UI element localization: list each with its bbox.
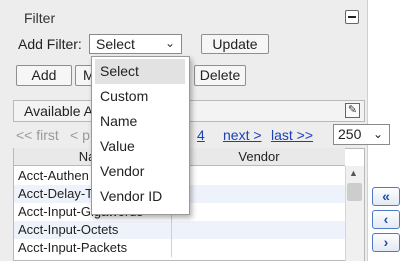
delete-button[interactable]: Delete xyxy=(194,65,246,86)
first-page-link: << first xyxy=(16,127,59,143)
dropdown-option-custom[interactable]: Custom xyxy=(95,84,185,109)
minus-icon[interactable] xyxy=(345,10,359,24)
cell-name: Acct-Input-Octets xyxy=(18,222,119,237)
filter-select[interactable]: Select ⌄ xyxy=(89,34,182,54)
available-title: Available A xyxy=(24,103,94,119)
table-row[interactable]: Acct-Input-Packets xyxy=(14,239,345,257)
per-page-value: 250 xyxy=(338,126,362,142)
column-header-vendor[interactable]: Vendor xyxy=(172,148,345,166)
next-page-link[interactable]: next > xyxy=(223,127,262,143)
page-number-link[interactable]: 4 xyxy=(197,127,205,143)
dropdown-option-vendor[interactable]: Vendor xyxy=(95,159,185,184)
filter-select-value: Select xyxy=(96,36,135,52)
dropdown-option-value[interactable]: Value xyxy=(95,134,185,159)
dropdown-option-vendor-id[interactable]: Vendor ID xyxy=(95,184,185,209)
chevron-down-icon: ⌄ xyxy=(164,36,175,50)
cell-separator xyxy=(171,239,172,257)
scroll-thumb[interactable] xyxy=(347,183,362,201)
dropdown-option-name[interactable]: Name xyxy=(95,109,185,134)
add-button[interactable]: Add xyxy=(16,65,72,86)
chevron-right-icon[interactable]: › xyxy=(372,233,400,252)
wrench-icon[interactable]: ✎ xyxy=(345,103,360,118)
prev-page-link: < p xyxy=(70,127,90,143)
scroll-up-icon[interactable]: ▲ xyxy=(349,168,358,178)
last-page-link[interactable]: last >> xyxy=(271,127,313,143)
table-scrollbar[interactable] xyxy=(345,166,364,261)
double-chevron-left-icon[interactable]: « xyxy=(372,187,400,206)
per-page-select[interactable]: 250 ⌄ xyxy=(333,124,390,145)
update-button[interactable]: Update xyxy=(201,34,269,54)
chevron-left-icon[interactable]: ‹ xyxy=(372,210,400,229)
dropdown-option-select[interactable]: Select xyxy=(95,59,185,84)
cell-name: Acct-Input-Packets xyxy=(18,240,128,255)
chevron-down-icon: ⌄ xyxy=(372,127,383,141)
filter-title: Filter xyxy=(24,10,56,26)
cell-separator xyxy=(171,221,172,239)
table-row[interactable]: Acct-Input-Octets xyxy=(14,221,345,239)
add-filter-label: Add Filter: xyxy=(18,36,82,52)
